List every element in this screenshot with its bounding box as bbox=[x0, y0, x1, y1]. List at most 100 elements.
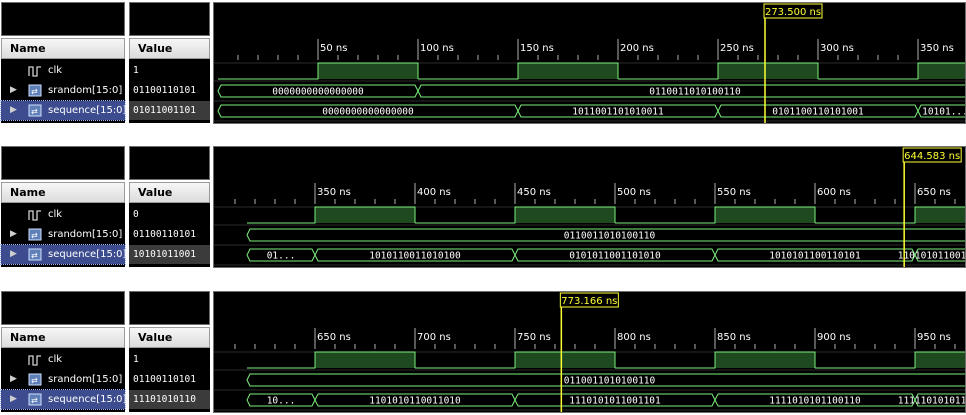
signal-row-srandom[interactable]: ▶ ⇄ srandom[15:0] bbox=[1, 225, 125, 244]
expand-arrow-icon[interactable]: ▶ bbox=[10, 370, 20, 389]
sequence-value-label: 0000000000000000 bbox=[322, 107, 414, 118]
sequence-value-label: 1111010101100110 bbox=[769, 396, 861, 407]
tick-label: 200 ns bbox=[620, 43, 654, 54]
name-column: Name clk ▶ ⇄ srandom[15:0] ▶ ⇄ sequence[… bbox=[0, 2, 127, 124]
tick-label: 550 ns bbox=[717, 187, 751, 198]
tick-label: 650 ns bbox=[317, 332, 351, 343]
value-column-header[interactable]: Value bbox=[129, 327, 210, 348]
clk-high-pulse bbox=[715, 352, 815, 368]
wave-panel-2: Name clk ▶ ⇄ srandom[15:0] ▶ ⇄ sequence[… bbox=[0, 146, 966, 268]
signal-name: sequence[15:0] bbox=[48, 249, 127, 260]
tick-label: 700 ns bbox=[417, 332, 451, 343]
name-column-header[interactable]: Name bbox=[1, 327, 125, 348]
clk-high-pulse bbox=[315, 207, 415, 223]
svg-text:⇄: ⇄ bbox=[31, 396, 38, 405]
signal-name: sequence[15:0] bbox=[48, 105, 127, 116]
signal-row-srandom[interactable]: ▶ ⇄ srandom[15:0] bbox=[1, 370, 125, 389]
expand-arrow-icon[interactable]: ▶ bbox=[10, 390, 20, 409]
tick-label: 50 ns bbox=[320, 43, 347, 54]
value-sequence: 01011001101 bbox=[129, 101, 210, 120]
signal-row-srandom[interactable]: ▶ ⇄ srandom[15:0] bbox=[1, 81, 125, 100]
clk-high-pulse bbox=[718, 63, 818, 79]
value-column-header[interactable]: Value bbox=[129, 38, 210, 59]
sequence-value-label: 01... bbox=[267, 251, 296, 262]
value-sequence: 11101010110 bbox=[129, 390, 210, 409]
svg-text:⇄: ⇄ bbox=[31, 376, 38, 385]
value-column: Value 1 01100110101 11101010110 bbox=[129, 291, 210, 413]
waveform-area[interactable]: 350 ns 400 ns 450 ns 500 ns 550 ns 600 ns 650 … bbox=[213, 146, 966, 268]
tick-label: 450 ns bbox=[517, 187, 551, 198]
signal-name: clk bbox=[48, 209, 63, 220]
value-srandom: 01100110101 bbox=[133, 374, 196, 385]
signal-name: clk bbox=[48, 354, 63, 365]
value-clk: 0 bbox=[133, 209, 139, 220]
clock-signal-icon bbox=[28, 355, 41, 366]
bus-signal-icon: ⇄ bbox=[28, 248, 42, 261]
cursor-time-label: 644.583 ns bbox=[904, 151, 960, 162]
signal-name: clk bbox=[48, 65, 63, 76]
value-srandom: 01100110101 bbox=[133, 229, 196, 240]
sequence-value-label: 1010110011010100 bbox=[369, 251, 461, 262]
value-clk: 1 bbox=[133, 65, 139, 76]
tick-label: 950 ns bbox=[917, 332, 951, 343]
signal-name: srandom[15:0] bbox=[48, 229, 123, 240]
signal-name-list: clk ▶ ⇄ srandom[15:0] ▶ ⇄ sequence[15:0] bbox=[0, 203, 127, 267]
svg-text:⇄: ⇄ bbox=[31, 231, 38, 240]
name-column-header[interactable]: Name bbox=[1, 38, 125, 59]
expand-arrow-icon[interactable]: ▶ bbox=[10, 245, 20, 264]
waveform-area[interactable]: 50 ns 100 ns 150 ns 200 ns 250 ns 300 ns 350 n… bbox=[213, 2, 966, 124]
tick-label: 350 ns bbox=[317, 187, 351, 198]
srandom-value-label: 0110011010100110 bbox=[564, 376, 656, 387]
srandom-value-label: 0000000000000000 bbox=[272, 87, 364, 98]
expand-arrow-icon[interactable]: ▶ bbox=[10, 81, 20, 100]
tick-label: 750 ns bbox=[517, 332, 551, 343]
value-sequence: 10101011001 bbox=[129, 245, 210, 264]
expand-arrow-icon[interactable]: ▶ bbox=[10, 101, 20, 120]
signal-name-list: clk ▶ ⇄ srandom[15:0] ▶ ⇄ sequence[15:0] bbox=[0, 348, 126, 412]
name-header-spacer bbox=[1, 2, 125, 36]
srandom-value-label: 0110011010100110 bbox=[564, 231, 656, 242]
value-header-spacer bbox=[129, 146, 210, 180]
value-header-spacer bbox=[129, 2, 210, 36]
clock-signal-icon bbox=[28, 210, 41, 221]
clk-high-pulse bbox=[915, 207, 965, 223]
wave-panel-3: Name clk ▶ ⇄ srandom[15:0] ▶ ⇄ sequence[… bbox=[0, 291, 966, 413]
bus-signal-icon: ⇄ bbox=[28, 84, 42, 97]
svg-text:⇄: ⇄ bbox=[31, 251, 38, 260]
expand-arrow-icon[interactable]: ▶ bbox=[10, 225, 20, 244]
name-column: Name clk ▶ ⇄ srandom[15:0] ▶ ⇄ sequence[… bbox=[0, 146, 127, 268]
value-column: Value 1 01100110101 01011001101 bbox=[129, 2, 210, 124]
signal-row-sequence[interactable]: ▶ ⇄ sequence[15:0] bbox=[0, 244, 127, 265]
sequence-value-label: 10... bbox=[267, 396, 296, 407]
value-column-header[interactable]: Value bbox=[129, 182, 210, 203]
tick-label: 350 ns bbox=[920, 43, 954, 54]
bus-signal-icon: ⇄ bbox=[28, 373, 42, 386]
name-column-header[interactable]: Name bbox=[1, 182, 125, 203]
tick-label: 650 ns bbox=[917, 187, 951, 198]
sequence-value-label: 1011001101010011 bbox=[572, 107, 664, 118]
signal-row-clk[interactable]: clk bbox=[1, 61, 125, 80]
signal-row-clk[interactable]: clk bbox=[1, 350, 125, 369]
svg-text:⇄: ⇄ bbox=[31, 107, 38, 116]
tick-label: 150 ns bbox=[520, 43, 554, 54]
signal-row-sequence[interactable]: ▶ ⇄ sequence[15:0] bbox=[0, 100, 127, 121]
svg-text:⇄: ⇄ bbox=[31, 87, 38, 96]
tick-label: 500 ns bbox=[617, 187, 651, 198]
cursor-time-label: 273.500 ns bbox=[765, 7, 821, 18]
panel-separator bbox=[0, 124, 966, 147]
signal-name-list: clk ▶ ⇄ srandom[15:0] ▶ ⇄ sequence[15:0] bbox=[0, 59, 127, 123]
value-srandom: 01100110101 bbox=[133, 85, 196, 96]
tick-label: 400 ns bbox=[417, 187, 451, 198]
signal-row-sequence[interactable]: ▶ ⇄ sequence[15:0] bbox=[0, 389, 126, 410]
signal-name: srandom[15:0] bbox=[48, 374, 123, 385]
wave-panel-1: Name clk ▶ ⇄ srandom[15:0] ▶ ⇄ sequence[… bbox=[0, 2, 966, 124]
sequence-value-label: 1110101011001101 bbox=[569, 396, 661, 407]
clk-high-pulse bbox=[515, 207, 615, 223]
waveform-area[interactable]: 650 ns 700 ns 750 ns 800 ns 850 ns 900 ns 950 … bbox=[213, 291, 966, 413]
bus-signal-icon: ⇄ bbox=[28, 104, 42, 117]
tick-label: 600 ns bbox=[817, 187, 851, 198]
clk-high-pulse bbox=[315, 352, 415, 368]
srandom-value-label: 0110011010100110 bbox=[649, 87, 741, 98]
signal-row-clk[interactable]: clk bbox=[1, 205, 125, 224]
signal-value-list: 1 01100110101 01011001101 bbox=[129, 59, 210, 123]
